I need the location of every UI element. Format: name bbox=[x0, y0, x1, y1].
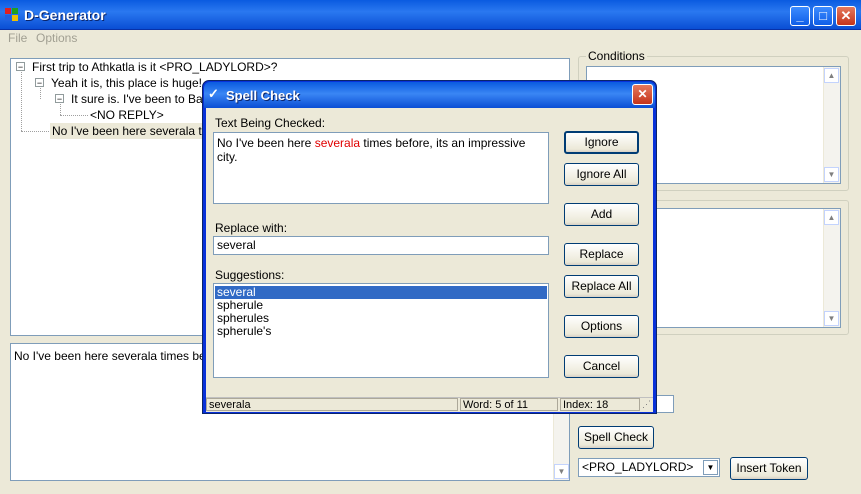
spell-check-icon: ✓ bbox=[208, 86, 219, 101]
replace-all-button[interactable]: Replace All bbox=[564, 275, 639, 298]
dialog-title: Spell Check bbox=[226, 88, 300, 103]
maximize-button[interactable]: □ bbox=[813, 6, 833, 26]
tree-expander-icon[interactable]: − bbox=[55, 94, 64, 104]
checked-text-box[interactable]: No I've been here severala times before,… bbox=[213, 132, 549, 204]
tree-line bbox=[60, 115, 88, 116]
checked-text-before: No I've been here bbox=[217, 136, 315, 150]
misspelled-word: severala bbox=[314, 136, 361, 150]
options-button[interactable]: Options bbox=[564, 315, 639, 338]
scroll-up-icon[interactable]: ▲ bbox=[824, 68, 839, 83]
window-title-bar[interactable] bbox=[0, 0, 861, 30]
insert-token-button[interactable]: Insert Token bbox=[730, 457, 808, 480]
scroll-down-icon[interactable]: ▼ bbox=[554, 464, 569, 479]
tree-node[interactable]: It sure is. I've been to Baldu bbox=[71, 92, 219, 106]
menu-bar bbox=[0, 30, 861, 48]
tree-node[interactable]: First trip to Athkatla is it <PRO_LADYLO… bbox=[32, 60, 277, 74]
status-word-position: Word: 5 of 11 bbox=[460, 398, 558, 411]
ignore-all-button[interactable]: Ignore All bbox=[564, 163, 639, 186]
tree-line bbox=[40, 88, 41, 99]
suggestions-label: Suggestions: bbox=[215, 268, 285, 282]
dropdown-arrow-icon[interactable]: ▼ bbox=[703, 460, 718, 475]
spell-check-button[interactable]: Spell Check bbox=[578, 426, 654, 449]
tree-expander-icon[interactable]: − bbox=[16, 62, 25, 72]
replace-button[interactable]: Replace bbox=[564, 243, 639, 266]
tree-node[interactable]: Yeah it is, this place is huge! bbox=[51, 76, 202, 90]
tree-expander-icon[interactable]: − bbox=[35, 78, 44, 88]
menu-file[interactable]: File bbox=[8, 31, 27, 45]
text-being-checked-label: Text Being Checked: bbox=[215, 116, 326, 130]
scroll-up-icon[interactable]: ▲ bbox=[824, 210, 839, 225]
suggestion-item-selected[interactable]: several bbox=[215, 286, 547, 299]
window-title: D-Generator bbox=[24, 7, 106, 23]
tree-line bbox=[60, 104, 61, 115]
scroll-down-icon[interactable]: ▼ bbox=[824, 311, 839, 326]
close-button[interactable]: ✕ bbox=[836, 6, 856, 26]
conditions-label: Conditions bbox=[586, 49, 647, 63]
token-select[interactable]: <PRO_LADYLORD> bbox=[578, 458, 720, 477]
tree-line bbox=[21, 131, 51, 132]
dialog-close-icon[interactable]: ✕ bbox=[632, 84, 653, 105]
actions-scrollbar[interactable] bbox=[823, 209, 840, 327]
replace-with-input[interactable]: several bbox=[213, 236, 549, 255]
status-current-word: severala bbox=[206, 398, 458, 411]
tree-node[interactable]: <NO REPLY> bbox=[90, 108, 164, 122]
tree-line bbox=[21, 72, 22, 131]
conditions-scrollbar[interactable] bbox=[823, 67, 840, 183]
minimize-button[interactable]: _ bbox=[790, 6, 810, 26]
resize-grip-icon[interactable]: ⋰ bbox=[642, 399, 653, 410]
suggestion-item[interactable]: spherule's bbox=[217, 325, 271, 338]
replace-with-label: Replace with: bbox=[215, 221, 288, 235]
menu-options[interactable]: Options bbox=[36, 31, 77, 45]
cancel-button[interactable]: Cancel bbox=[564, 355, 639, 378]
scroll-down-icon[interactable]: ▼ bbox=[824, 167, 839, 182]
app-icon bbox=[5, 8, 19, 22]
ignore-button[interactable]: Ignore bbox=[564, 131, 639, 154]
add-button[interactable]: Add bbox=[564, 203, 639, 226]
status-index: Index: 18 bbox=[560, 398, 640, 411]
tree-node-selected[interactable]: No I've been here severala time bbox=[50, 123, 224, 139]
